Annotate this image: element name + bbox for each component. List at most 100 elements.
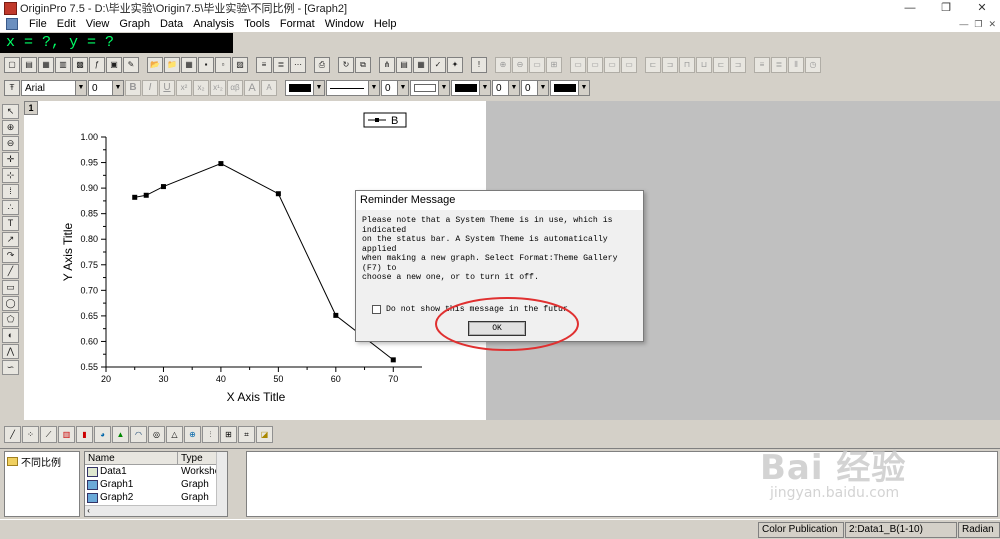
- script-window-icon[interactable]: ▦: [413, 57, 429, 73]
- import-multiple-icon[interactable]: ≣: [273, 57, 289, 73]
- list-item[interactable]: Data1 Workshe: [85, 465, 227, 478]
- print-icon[interactable]: ⎙: [314, 57, 330, 73]
- open-template-icon[interactable]: 📁: [164, 57, 180, 73]
- subscript-button[interactable]: x₂: [193, 80, 209, 96]
- freehand-tool-icon[interactable]: ∽: [2, 360, 19, 375]
- restore-button[interactable]: ❐: [928, 0, 964, 16]
- align-bottom-icon[interactable]: ⊔: [696, 57, 712, 73]
- line-style-select[interactable]: ▼: [326, 80, 380, 96]
- new-excel-icon[interactable]: ▦: [38, 57, 54, 73]
- new-matrix-icon[interactable]: ▩: [72, 57, 88, 73]
- font-size-select[interactable]: 0 ▼: [88, 80, 124, 96]
- code-builder-icon[interactable]: ✓: [430, 57, 446, 73]
- list-item[interactable]: Graph1 Graph: [85, 478, 227, 491]
- curved-arrow-icon[interactable]: ↷: [2, 248, 19, 263]
- close-button[interactable]: ✕: [964, 0, 1000, 16]
- align-right-icon[interactable]: ⊐: [662, 57, 678, 73]
- line-color-select[interactable]: ▼: [285, 80, 325, 96]
- line-plot-icon[interactable]: ╱: [4, 425, 21, 443]
- underline-button[interactable]: U: [159, 80, 175, 96]
- border-color-select[interactable]: ▼: [550, 80, 590, 96]
- align-horizontal-icon[interactable]: ⊐: [730, 57, 746, 73]
- results-log-icon[interactable]: ▤: [396, 57, 412, 73]
- line-width-select[interactable]: 0 ▼: [381, 80, 409, 96]
- 3d-plot-icon[interactable]: ◪: [256, 425, 273, 443]
- new-layout-icon[interactable]: ▣: [106, 57, 122, 73]
- bar-plot-icon[interactable]: ▮: [76, 425, 93, 443]
- menu-window[interactable]: Window: [320, 16, 369, 32]
- mdi-restore-button[interactable]: ❐: [974, 16, 982, 32]
- menu-tools[interactable]: Tools: [239, 16, 275, 32]
- clock-icon[interactable]: ◷: [805, 57, 821, 73]
- new-function-icon[interactable]: ƒ: [89, 57, 105, 73]
- menu-data[interactable]: Data: [155, 16, 188, 32]
- file-list[interactable]: Name Type Data1 Workshe Graph1 Graph Gra…: [84, 451, 228, 517]
- horizontal-scrollbar[interactable]: ‹: [85, 505, 217, 516]
- import-wizard-icon[interactable]: ⋯: [290, 57, 306, 73]
- circle-tool-icon[interactable]: ◯: [2, 296, 19, 311]
- pie-chart-icon[interactable]: ◕: [94, 425, 111, 443]
- region-tool-icon[interactable]: ◐: [2, 328, 19, 343]
- font-select[interactable]: Arial ▼: [21, 80, 87, 96]
- smith-chart-icon[interactable]: ⊕: [184, 425, 201, 443]
- worksheet-columns-icon[interactable]: ≡: [754, 57, 770, 73]
- larger-font-button[interactable]: A: [244, 80, 260, 96]
- menu-format[interactable]: Format: [275, 16, 320, 32]
- data-selector-icon[interactable]: ⁞: [2, 184, 19, 199]
- menu-help[interactable]: Help: [369, 16, 402, 32]
- bold-button[interactable]: B: [125, 80, 141, 96]
- align-vertical-icon[interactable]: ⊏: [713, 57, 729, 73]
- italic-button[interactable]: I: [142, 80, 158, 96]
- whole-page-icon[interactable]: ▭: [529, 57, 545, 73]
- add-layer-icon[interactable]: ✦: [447, 57, 463, 73]
- template-library-icon[interactable]: ⌗: [238, 425, 255, 443]
- new-worksheet-icon[interactable]: ▤: [21, 57, 37, 73]
- zoom-in-icon[interactable]: ⊕: [495, 57, 511, 73]
- fill-color-select[interactable]: ▼: [410, 80, 450, 96]
- dont-show-checkbox[interactable]: [372, 305, 381, 314]
- polygon-tool-icon[interactable]: ⬠: [2, 312, 19, 327]
- project-explorer-icon[interactable]: ⋔: [379, 57, 395, 73]
- arrow-tool-icon[interactable]: ↗: [2, 232, 19, 247]
- pattern-color-select[interactable]: ▼: [451, 80, 491, 96]
- minimize-button[interactable]: —: [892, 0, 928, 16]
- polar-plot-icon[interactable]: ◎: [148, 425, 165, 443]
- vertical-scrollbar[interactable]: [216, 452, 227, 516]
- zoom-out-icon[interactable]: ⊖: [512, 57, 528, 73]
- menu-edit[interactable]: Edit: [52, 16, 81, 32]
- save-project-icon[interactable]: ▪: [198, 57, 214, 73]
- new-project-icon[interactable]: ▢: [4, 57, 20, 73]
- column-header-name[interactable]: Name: [85, 452, 178, 464]
- text-tool-icon[interactable]: Ŧ: [4, 80, 20, 96]
- ungroup-icon[interactable]: ▭: [587, 57, 603, 73]
- open-excel-icon[interactable]: ▦: [181, 57, 197, 73]
- group-icon[interactable]: ▭: [570, 57, 586, 73]
- area-plot-icon[interactable]: ▲: [112, 425, 129, 443]
- box-chart-icon[interactable]: ⊞: [220, 425, 237, 443]
- column-plot-icon[interactable]: ▥: [58, 425, 75, 443]
- menu-graph[interactable]: Graph: [114, 16, 155, 32]
- text-tool-left-icon[interactable]: T: [2, 216, 19, 231]
- menu-view[interactable]: View: [81, 16, 115, 32]
- border-width-select[interactable]: 0 ▼: [521, 80, 549, 96]
- front-icon[interactable]: ▭: [604, 57, 620, 73]
- back-icon[interactable]: ▭: [621, 57, 637, 73]
- smaller-font-button[interactable]: A: [261, 80, 277, 96]
- list-item[interactable]: Graph2 Graph: [85, 491, 227, 504]
- polyline-tool-icon[interactable]: ⋀: [2, 344, 19, 359]
- line-tool-icon[interactable]: ╱: [2, 264, 19, 279]
- zoom-in-tool-icon[interactable]: ⊕: [2, 120, 19, 135]
- open-icon[interactable]: 📂: [147, 57, 163, 73]
- new-graph-icon[interactable]: ▥: [55, 57, 71, 73]
- worksheet-set-icon[interactable]: ⫴: [788, 57, 804, 73]
- mdi-minimize-button[interactable]: —: [959, 16, 968, 32]
- duplicate-icon[interactable]: ⧉: [355, 57, 371, 73]
- import-ascii-icon[interactable]: ≡: [256, 57, 272, 73]
- menu-analysis[interactable]: Analysis: [188, 16, 239, 32]
- folder-tree[interactable]: 不同比例: [4, 451, 80, 517]
- greek-button[interactable]: αβ: [227, 80, 243, 96]
- rectangle-tool-icon[interactable]: ▭: [2, 280, 19, 295]
- draw-data-icon[interactable]: ∴: [2, 200, 19, 215]
- menu-file[interactable]: File: [24, 16, 52, 32]
- document-icon[interactable]: [6, 18, 18, 30]
